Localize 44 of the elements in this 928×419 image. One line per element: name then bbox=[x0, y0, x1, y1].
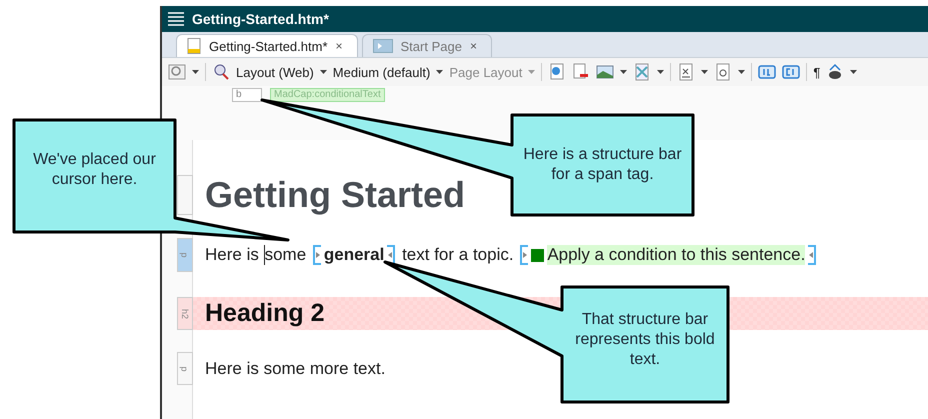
start-page-icon bbox=[372, 39, 393, 53]
structure-bar-label: p bbox=[180, 252, 190, 258]
show-marks-button[interactable]: ¶ bbox=[813, 64, 820, 80]
document-heading: Getting Started bbox=[205, 174, 466, 216]
tab-close-button[interactable]: × bbox=[336, 39, 343, 53]
cross-document-icon[interactable] bbox=[633, 63, 652, 81]
caret-icon[interactable] bbox=[850, 70, 858, 74]
caret-icon[interactable] bbox=[320, 70, 327, 74]
structure-marker-icon bbox=[807, 245, 816, 265]
callout-text: We've placed our cursor here. bbox=[32, 150, 157, 190]
structure-marker-icon bbox=[312, 245, 322, 265]
bold-text: general bbox=[324, 245, 384, 265]
caret-icon[interactable] bbox=[436, 70, 444, 74]
caret-icon[interactable] bbox=[620, 70, 628, 74]
caret-icon[interactable] bbox=[701, 70, 708, 74]
magnifier-icon[interactable] bbox=[212, 63, 230, 81]
toolbar-dropdown[interactable]: Layout (Web) bbox=[236, 64, 314, 80]
document-subheading: Heading 2 bbox=[205, 299, 324, 328]
document-icon bbox=[187, 38, 201, 54]
paragraph-text: some bbox=[264, 245, 308, 265]
document-tab[interactable]: Start Page × bbox=[362, 34, 492, 57]
caret-icon[interactable] bbox=[738, 70, 746, 74]
paragraph-text: text for a topic. bbox=[401, 245, 515, 265]
image-icon[interactable] bbox=[596, 63, 614, 81]
caret-icon[interactable] bbox=[192, 70, 199, 74]
structure-tag[interactable]: b bbox=[232, 88, 262, 102]
caret-icon[interactable] bbox=[657, 70, 664, 74]
callout-text: That structure bar represents this bold text. bbox=[574, 310, 716, 370]
structure-bar-label: h2 bbox=[180, 308, 190, 318]
toolbar-dropdown[interactable]: Medium (default) bbox=[332, 64, 430, 80]
callout-text: Here is a structure bar for a span tag. bbox=[522, 145, 683, 185]
tab-close-button[interactable]: × bbox=[470, 39, 477, 53]
conditional-text: Apply a condition to this sentence. bbox=[547, 245, 806, 265]
tab-label: Start Page bbox=[400, 38, 462, 54]
structure-bar-label: p bbox=[180, 366, 190, 371]
structure-marker-icon bbox=[520, 245, 530, 265]
document-tab[interactable]: Getting-Started.htm* × bbox=[176, 34, 358, 57]
paragraph-text: Here is bbox=[205, 245, 260, 265]
menu-icon[interactable] bbox=[168, 12, 184, 26]
paragraph-text: Here is some more text. bbox=[205, 358, 386, 378]
structure-bar[interactable]: p bbox=[177, 352, 193, 385]
window-title: Getting-Started.htm* bbox=[192, 11, 329, 27]
text-cursor bbox=[264, 245, 265, 265]
tab-label: Getting-Started.htm* bbox=[209, 38, 328, 54]
